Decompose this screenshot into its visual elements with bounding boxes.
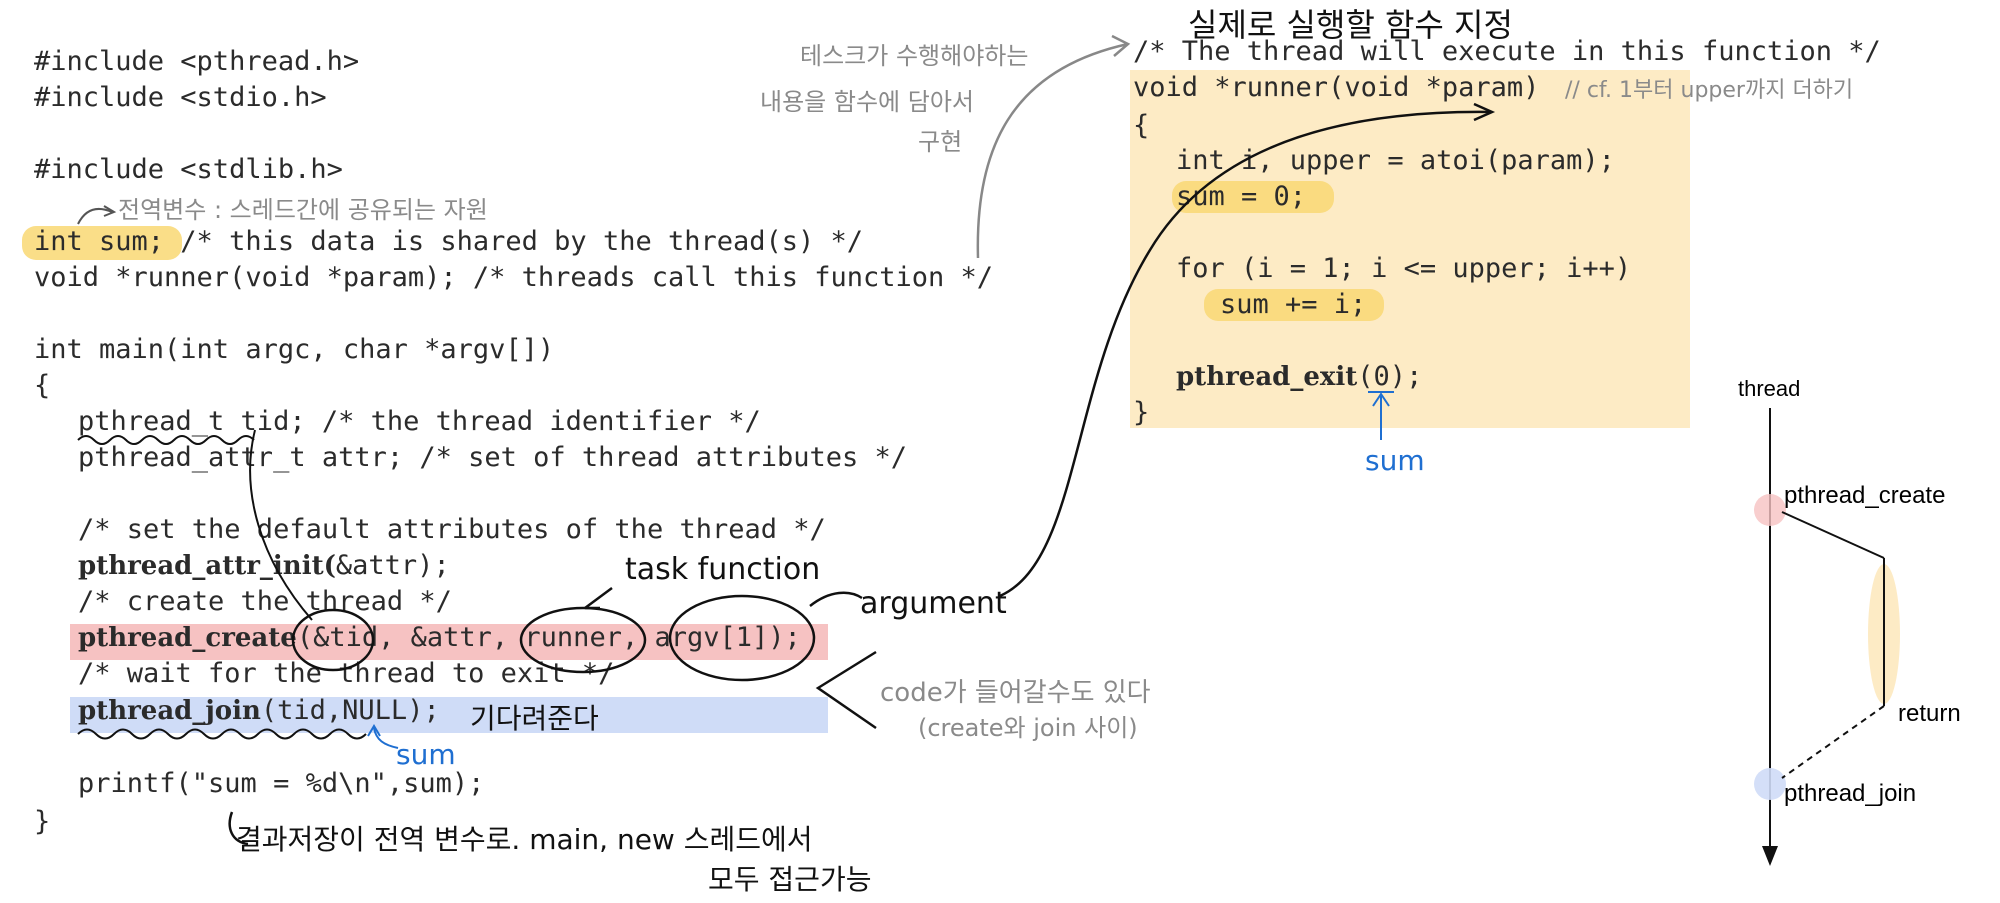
join-dot (1754, 768, 1786, 800)
wavy-underline-join (77, 728, 367, 740)
thread-axis-arrowhead (1762, 846, 1778, 866)
circle-runner (519, 606, 647, 674)
bracket-result (228, 811, 249, 846)
diagram-return-label: return (1898, 700, 1961, 727)
return-dashed-line (1781, 705, 1885, 779)
diagram-join-label: pthread_join (1784, 780, 1917, 807)
line-tid-to-create (249, 429, 313, 621)
annotation-strokes (77, 34, 1900, 866)
arrow-shared-global (77, 207, 113, 225)
circle-tid (291, 608, 375, 672)
create-dot (1754, 494, 1786, 526)
chevron-code-note (815, 650, 877, 730)
wavy-underline-tid (77, 435, 255, 445)
arrow-argument-to-param (999, 110, 1491, 598)
diagram-thread-label: thread (1738, 376, 1801, 401)
connector-argument (809, 591, 863, 607)
diagram-create-label: pthread_create (1784, 482, 1946, 509)
arrow-task-desc (976, 42, 1129, 259)
circle-argv (668, 594, 816, 682)
arrow-task-function (584, 586, 613, 610)
create-branch-line (1781, 511, 1885, 559)
